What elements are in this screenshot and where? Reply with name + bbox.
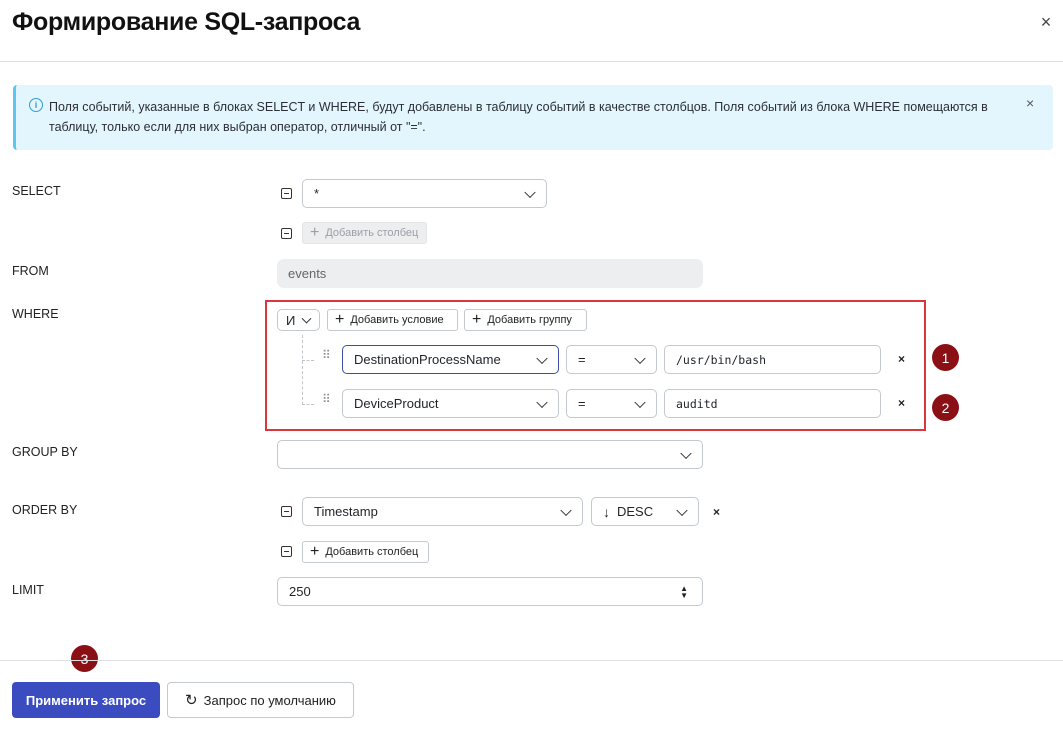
order-by-add-column-label: Добавить столбец (325, 546, 419, 558)
condition-value-text: /usr/bin/bash (676, 352, 767, 367)
plus-icon: + (472, 311, 482, 328)
apply-query-button[interactable]: Применить запрос (12, 682, 160, 718)
group-by-label: GROUP BY (12, 445, 78, 459)
where-label: WHERE (12, 307, 59, 321)
select-field-value: * (314, 186, 320, 201)
info-icon: i (29, 98, 43, 112)
chevron-down-icon (560, 504, 572, 516)
from-value: events (288, 266, 327, 281)
default-query-button[interactable]: ↻ Запрос по умолчанию (167, 682, 354, 718)
group-by-dropdown[interactable] (277, 440, 703, 469)
from-field: events (277, 259, 703, 288)
close-icon[interactable]: × (1036, 12, 1056, 32)
order-by-field-value: Timestamp (314, 504, 378, 519)
from-label: FROM (12, 264, 49, 278)
condition-operator-dropdown[interactable]: = (566, 345, 657, 374)
select-add-column-label: Добавить столбец (325, 227, 419, 239)
condition-value-input[interactable]: auditd (664, 389, 881, 418)
select-collapse-icon[interactable] (281, 188, 292, 199)
order-by-add-column-button[interactable]: + Добавить столбец (302, 541, 429, 563)
condition-operator-value: = (578, 352, 586, 367)
drag-handle-icon[interactable]: ⠿ (322, 349, 331, 361)
limit-input[interactable]: 250 ▲ ▼ (277, 577, 703, 606)
plus-icon: + (310, 543, 320, 560)
info-banner: i Поля событий, указанные в блоках SELEC… (13, 85, 1053, 150)
annotation-badge: 3 (71, 645, 98, 672)
info-close-icon[interactable]: × (1026, 95, 1034, 111)
select-add-column-button[interactable]: + Добавить столбец (302, 222, 427, 244)
select-label: SELECT (12, 184, 61, 198)
add-condition-label: Добавить условие (350, 314, 444, 326)
tree-connector (302, 360, 314, 361)
condition-value-text: auditd (676, 396, 718, 411)
chevron-down-icon (301, 313, 312, 324)
order-direction-value: DESC (617, 504, 654, 519)
tree-connector (302, 335, 303, 405)
where-logic-value: И (286, 312, 296, 328)
default-query-label: Запрос по умолчанию (203, 692, 336, 708)
condition-field-dropdown[interactable]: DestinationProcessName (342, 345, 559, 374)
order-by-add-collapse-icon[interactable] (281, 546, 292, 557)
order-by-collapse-icon[interactable] (281, 506, 292, 517)
condition-field-value: DestinationProcessName (354, 352, 501, 367)
drag-handle-icon[interactable]: ⠿ (322, 393, 331, 405)
chevron-down-icon (634, 396, 646, 408)
condition-field-dropdown[interactable]: DeviceProduct (342, 389, 559, 418)
order-direction-dropdown[interactable]: ↓ DESC (591, 497, 699, 526)
plus-icon: + (335, 311, 345, 328)
select-field-dropdown[interactable]: * (302, 179, 547, 208)
limit-label: LIMIT (12, 583, 44, 597)
order-by-label: ORDER BY (12, 503, 78, 517)
annotation-badge: 1 (932, 344, 959, 371)
add-condition-button[interactable]: + Добавить условие (327, 309, 458, 331)
refresh-icon: ↻ (185, 692, 198, 709)
where-logic-dropdown[interactable]: И (277, 309, 320, 331)
footer-divider (0, 660, 1063, 661)
condition-value-input[interactable]: /usr/bin/bash (664, 345, 881, 374)
tree-connector (302, 404, 314, 405)
remove-order-icon[interactable]: × (713, 505, 720, 519)
add-group-button[interactable]: + Добавить группу (464, 309, 587, 331)
condition-field-value: DeviceProduct (354, 396, 439, 411)
chevron-down-icon (634, 352, 646, 364)
dialog-title: Формирование SQL-запроса (12, 8, 361, 36)
spinner-icon[interactable]: ▲ ▼ (680, 584, 688, 599)
plus-icon: + (310, 224, 320, 241)
chevron-down-icon (524, 186, 536, 198)
remove-condition-icon[interactable]: × (898, 352, 905, 366)
header-divider (0, 61, 1063, 62)
chevron-down-icon (676, 504, 688, 516)
arrow-down-icon: ↓ (603, 503, 610, 520)
limit-value: 250 (289, 584, 311, 599)
annotation-badge: 2 (932, 394, 959, 421)
order-by-field-dropdown[interactable]: Timestamp (302, 497, 583, 526)
chevron-down-icon (536, 396, 548, 408)
chevron-down-icon (536, 352, 548, 364)
remove-condition-icon[interactable]: × (898, 396, 905, 410)
chevron-down-icon (680, 447, 692, 459)
add-group-label: Добавить группу (487, 314, 572, 326)
condition-operator-dropdown[interactable]: = (566, 389, 657, 418)
condition-operator-value: = (578, 396, 586, 411)
select-add-collapse-icon[interactable] (281, 228, 292, 239)
info-text: Поля событий, указанные в блоках SELECT … (49, 100, 988, 134)
